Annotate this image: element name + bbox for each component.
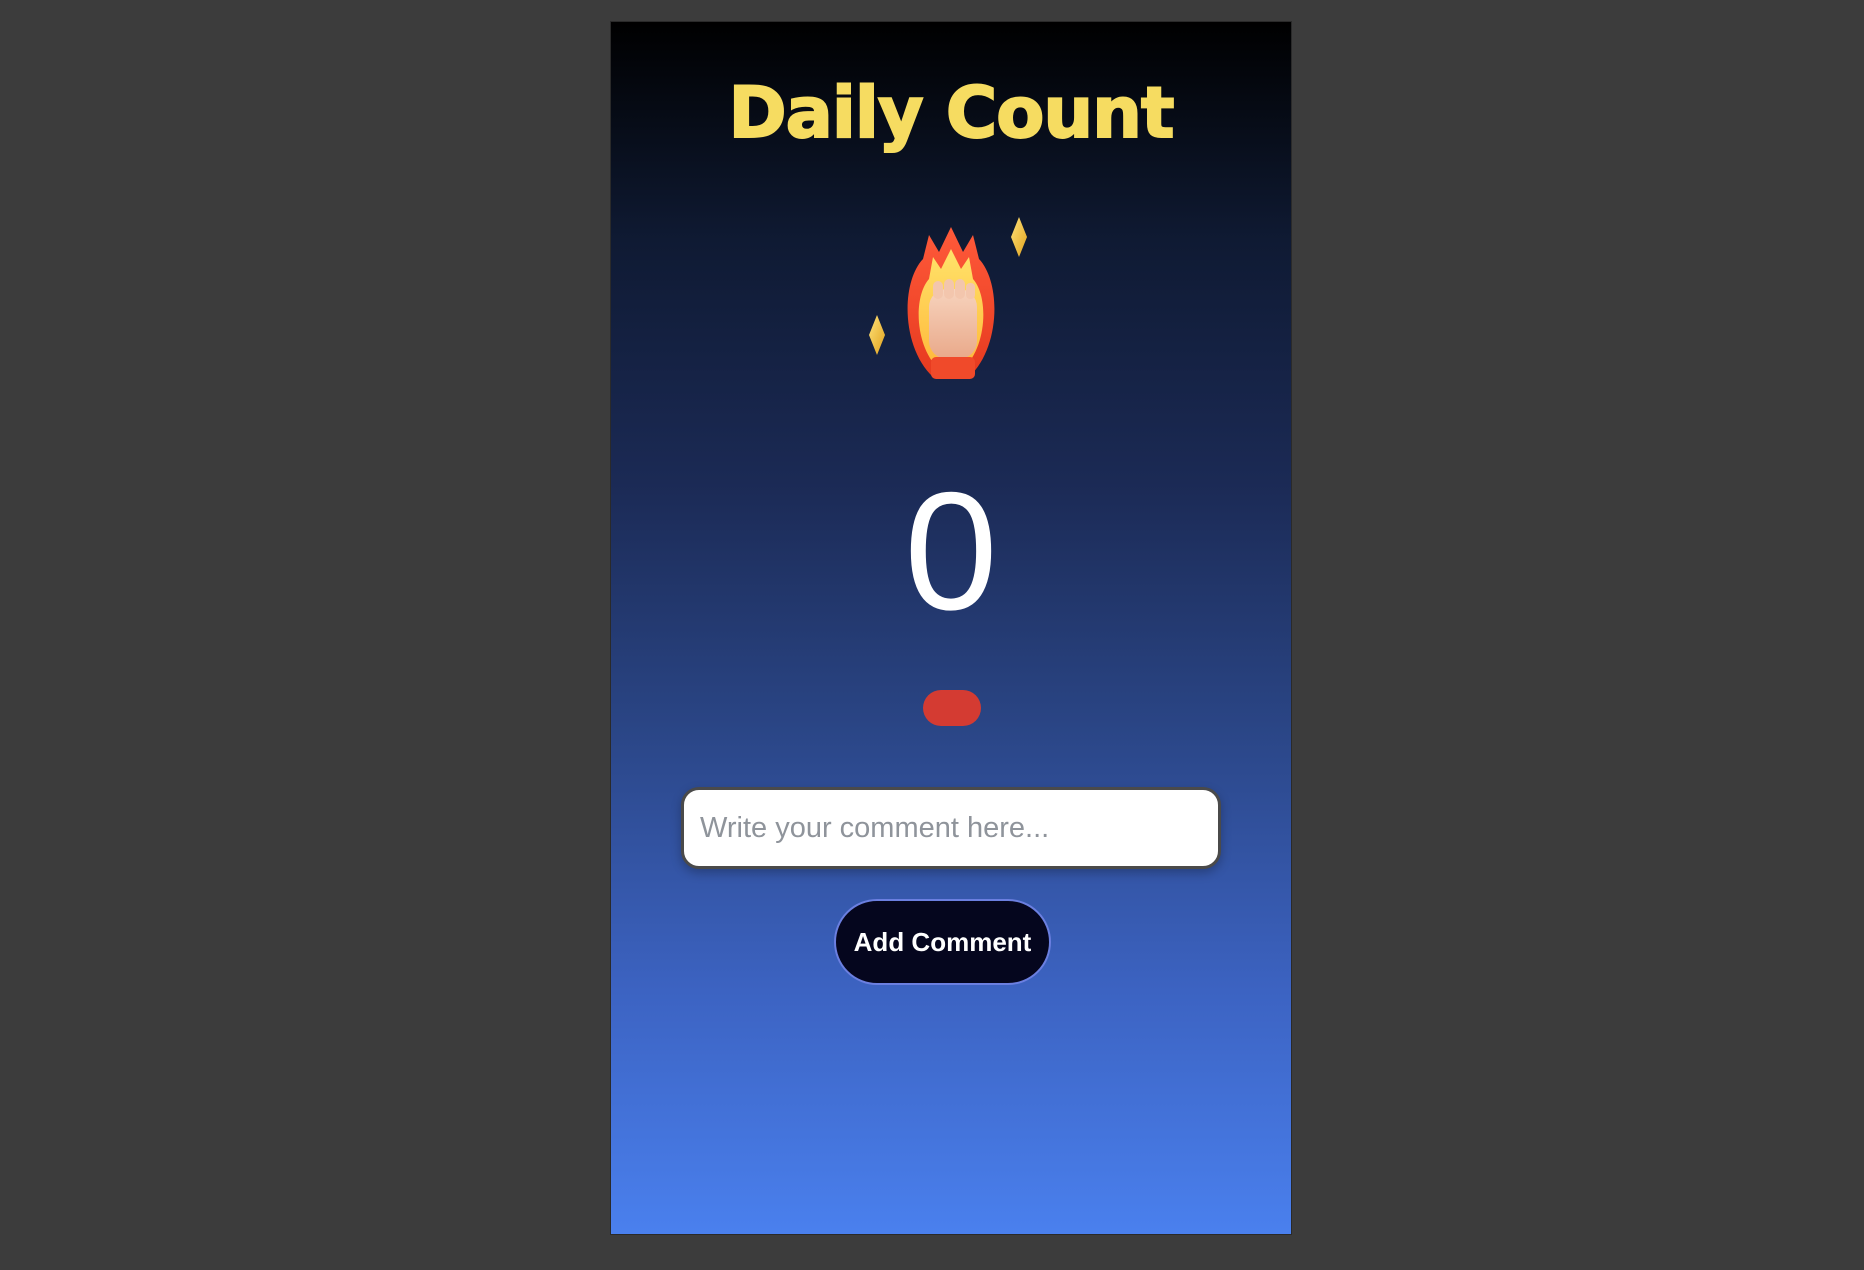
add-comment-button[interactable]: Add Comment (834, 899, 1051, 985)
status-indicator (923, 690, 981, 726)
fire-fist-icon (851, 197, 1051, 417)
page-title: Daily Count (728, 71, 1176, 155)
comment-input[interactable] (681, 787, 1221, 869)
count-value: 0 (904, 457, 998, 645)
app-screen: Daily Count 0 Write your comment here...… (610, 21, 1292, 1235)
